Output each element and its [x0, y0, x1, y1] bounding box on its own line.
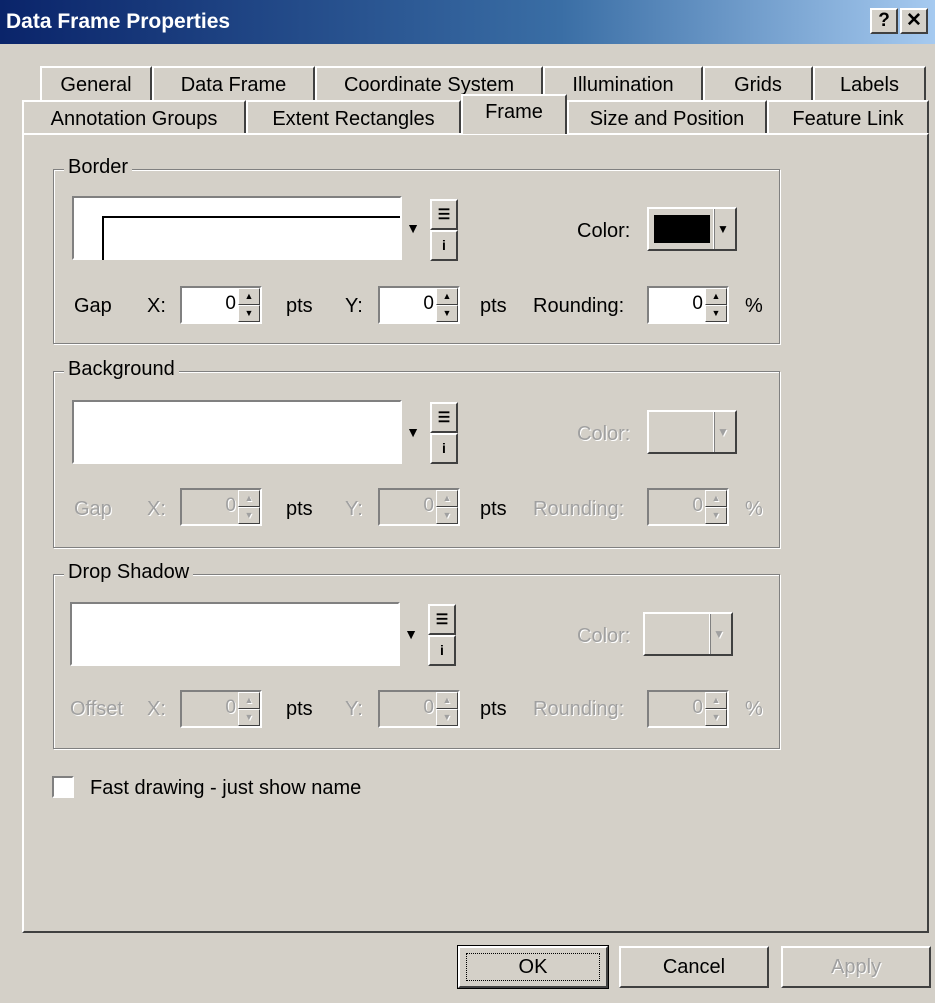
spin-up-icon[interactable]: ▲	[436, 288, 458, 305]
info-icon[interactable]: i	[430, 230, 458, 261]
border-gap-y-spinner[interactable]: 0 ▲ ▼	[378, 286, 460, 324]
help-button[interactable]: ?	[870, 8, 898, 34]
drop-shadow-group-label: Drop Shadow	[64, 561, 194, 584]
drop-shadow-x-label: X:	[147, 698, 166, 720]
properties-icon[interactable]: ☰	[428, 604, 456, 635]
window-title: Data Frame Properties	[6, 10, 231, 33]
spin-down-icon[interactable]: ▼	[436, 507, 458, 524]
spin-up-icon[interactable]: ▲	[705, 692, 727, 709]
tab-data-frame[interactable]: Data Frame	[152, 66, 315, 100]
spin-down-icon[interactable]: ▼	[238, 507, 260, 524]
tab-annotation-groups[interactable]: Annotation Groups	[22, 100, 246, 134]
drop-shadow-y-label: Y:	[345, 698, 363, 720]
drop-shadow-rounding-label: Rounding:	[533, 698, 625, 720]
background-rounding-label: Rounding:	[533, 498, 625, 520]
border-y-unit: pts	[480, 295, 507, 317]
background-gap-label: Gap	[74, 498, 112, 520]
background-color-button[interactable]: ▼	[647, 410, 737, 454]
spin-up-icon[interactable]: ▲	[705, 490, 727, 507]
border-rounding-spinner[interactable]: 0 ▲ ▼	[647, 286, 729, 324]
drop-shadow-offset-y-spinner[interactable]: 0 ▲ ▼	[378, 690, 460, 728]
dropdown-arrow-icon[interactable]: ▼	[402, 400, 424, 464]
drop-shadow-color-button[interactable]: ▼	[643, 612, 733, 656]
spin-up-icon[interactable]: ▲	[238, 692, 260, 709]
border-group-label: Border	[64, 156, 133, 179]
drop-shadow-offset-label: Offset	[70, 698, 123, 720]
fast-drawing-checkbox[interactable]	[52, 776, 74, 798]
title-bar: Data Frame Properties ? ✕	[0, 0, 935, 44]
spin-down-icon[interactable]: ▼	[238, 305, 260, 322]
info-icon[interactable]: i	[428, 635, 456, 666]
background-color-label: Color:	[577, 423, 631, 445]
tab-labels[interactable]: Labels	[813, 66, 926, 100]
tab-extent-rectangles[interactable]: Extent Rectangles	[246, 100, 461, 134]
tab-size-and-position[interactable]: Size and Position	[567, 100, 767, 134]
dropdown-arrow-icon: ▼	[710, 614, 727, 654]
border-color-label: Color:	[577, 220, 631, 242]
border-rounding-label: Rounding:	[533, 295, 625, 317]
drop-shadow-y-unit: pts	[480, 698, 507, 720]
spin-down-icon[interactable]: ▼	[705, 709, 727, 726]
background-gap-x-spinner[interactable]: 0 ▲ ▼	[180, 488, 262, 526]
tab-general[interactable]: General	[40, 66, 152, 100]
spin-down-icon[interactable]: ▼	[705, 507, 727, 524]
background-y-label: Y:	[345, 498, 363, 520]
background-y-unit: pts	[480, 498, 507, 520]
spin-up-icon[interactable]: ▲	[436, 490, 458, 507]
drop-shadow-x-unit: pts	[286, 698, 313, 720]
properties-icon[interactable]: ☰	[430, 402, 458, 433]
background-percent: %	[745, 498, 763, 520]
apply-button[interactable]: Apply	[781, 946, 931, 988]
drop-shadow-percent: %	[745, 698, 763, 720]
ok-button[interactable]: OK	[457, 945, 609, 989]
spin-down-icon[interactable]: ▼	[436, 709, 458, 726]
border-color-swatch	[654, 215, 710, 243]
border-x-label: X:	[147, 295, 166, 317]
drop-shadow-color-label: Color:	[577, 625, 631, 647]
spin-down-icon[interactable]: ▼	[436, 305, 458, 322]
drop-shadow-offset-x-spinner[interactable]: 0 ▲ ▼	[180, 690, 262, 728]
background-gap-y-spinner[interactable]: 0 ▲ ▼	[378, 488, 460, 526]
spin-up-icon[interactable]: ▲	[436, 692, 458, 709]
spin-down-icon[interactable]: ▼	[705, 305, 727, 322]
properties-icon[interactable]: ☰	[430, 199, 458, 230]
spin-up-icon[interactable]: ▲	[238, 288, 260, 305]
border-x-unit: pts	[286, 295, 313, 317]
drop-shadow-style-selector[interactable]	[70, 602, 400, 666]
background-x-unit: pts	[286, 498, 313, 520]
dropdown-arrow-icon: ▼	[714, 412, 731, 452]
dropdown-arrow-icon[interactable]: ▼	[400, 602, 422, 666]
tab-illumination[interactable]: Illumination	[543, 66, 703, 100]
background-x-label: X:	[147, 498, 166, 520]
spin-up-icon[interactable]: ▲	[238, 490, 260, 507]
border-y-label: Y:	[345, 295, 363, 317]
border-style-selector[interactable]	[72, 196, 402, 260]
border-preview	[102, 216, 400, 260]
dropdown-arrow-icon[interactable]: ▼	[402, 196, 424, 260]
fast-drawing-label: Fast drawing - just show name	[90, 777, 362, 799]
dropdown-arrow-icon: ▼	[714, 209, 731, 249]
tab-frame[interactable]: Frame	[461, 94, 567, 134]
background-group-label: Background	[64, 358, 179, 381]
tab-grids[interactable]: Grids	[703, 66, 813, 100]
border-gap-x-spinner[interactable]: 0 ▲ ▼	[180, 286, 262, 324]
close-button[interactable]: ✕	[900, 8, 928, 34]
spin-up-icon[interactable]: ▲	[705, 288, 727, 305]
background-style-selector[interactable]	[72, 400, 402, 464]
tab-feature-link[interactable]: Feature Link	[767, 100, 929, 134]
background-rounding-spinner[interactable]: 0 ▲ ▼	[647, 488, 729, 526]
border-color-button[interactable]: ▼	[647, 207, 737, 251]
spin-down-icon[interactable]: ▼	[238, 709, 260, 726]
cancel-button[interactable]: Cancel	[619, 946, 769, 988]
info-icon[interactable]: i	[430, 433, 458, 464]
border-percent: %	[745, 295, 763, 317]
border-gap-label: Gap	[74, 295, 112, 317]
drop-shadow-rounding-spinner[interactable]: 0 ▲ ▼	[647, 690, 729, 728]
